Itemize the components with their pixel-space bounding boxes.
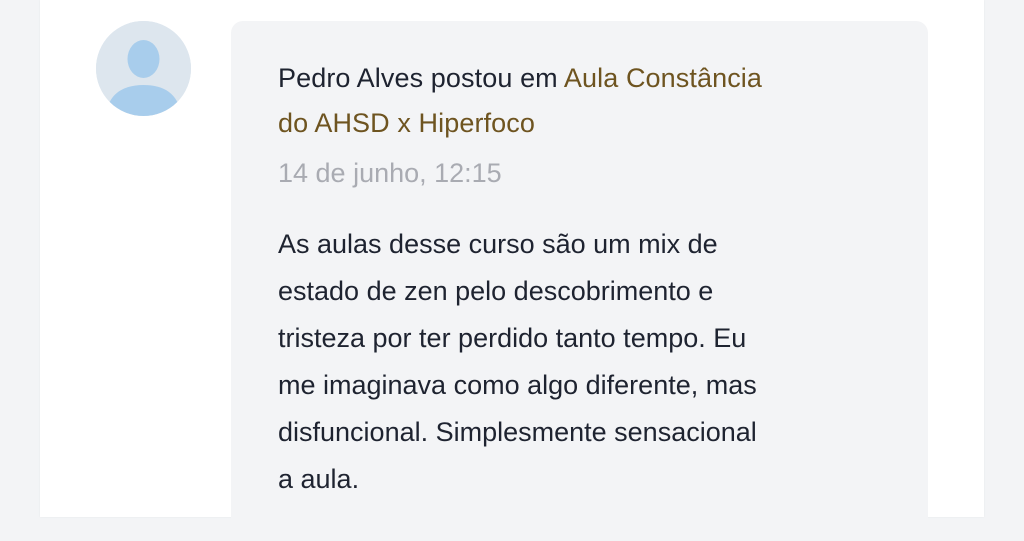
topic-link-line2[interactable]: do AHSD x Hiperfoco: [278, 108, 535, 138]
post-action: postou em: [430, 63, 558, 93]
message-line: estado de zen pelo descobrimento e: [278, 276, 714, 306]
post-message: As aulas desse curso são um mix de estad…: [278, 221, 888, 503]
message-line: As aulas desse curso são um mix de: [278, 229, 718, 259]
message-line: a aula.: [278, 464, 360, 494]
page-background: Pedro Alves postou em Aula Constância do…: [0, 0, 1024, 541]
topic-link-line1[interactable]: Aula Constância: [564, 63, 762, 93]
user-avatar[interactable]: [96, 21, 191, 116]
message-line: disfuncional. Simplesmente sensacional: [278, 417, 757, 447]
post-header: Pedro Alves postou em Aula Constância do…: [278, 56, 898, 146]
author-name[interactable]: Pedro Alves: [278, 63, 423, 93]
user-silhouette-icon: [96, 21, 191, 116]
message-line: tristeza por ter perdido tanto tempo. Eu: [278, 323, 747, 353]
post-timestamp: 14 de junho, 12:15: [278, 158, 502, 188]
message-line: me imaginava como algo diferente, mas: [278, 370, 757, 400]
